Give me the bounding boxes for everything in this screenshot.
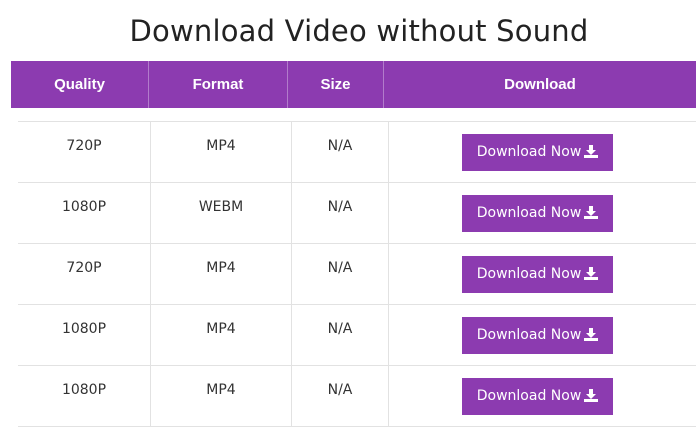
download-now-button[interactable]: Download Now [462, 194, 613, 232]
header-format: Format [149, 61, 288, 108]
download-icon [584, 327, 599, 341]
table-row: 1080P WEBM N/A Download Now [18, 183, 696, 244]
table-row: 1080P MP4 N/A Download Now [18, 366, 696, 427]
format-cell: MP4 [151, 366, 292, 426]
format-cell: MP4 [151, 244, 292, 304]
download-icon [584, 205, 599, 219]
table-header: Quality Format Size Download [11, 61, 696, 108]
download-button-label: Download Now [476, 205, 582, 221]
download-cell: Download Now [389, 366, 696, 426]
table-row: 720P MP4 N/A Download Now [18, 244, 696, 305]
quality-cell: 1080P [18, 183, 151, 243]
download-icon [584, 388, 599, 402]
header-download: Download [504, 76, 576, 93]
download-button-label: Download Now [476, 327, 582, 343]
quality-cell: 1080P [18, 305, 151, 365]
size-cell: N/A [292, 183, 389, 243]
download-now-button[interactable]: Download Now [462, 133, 613, 171]
format-cell: WEBM [151, 183, 292, 243]
quality-cell: 720P [18, 244, 151, 304]
download-now-button[interactable]: Download Now [462, 316, 613, 354]
download-now-button[interactable]: Download Now [462, 255, 613, 293]
format-cell: MP4 [151, 305, 292, 365]
quality-cell: 1080P [18, 366, 151, 426]
size-cell: N/A [292, 122, 389, 182]
download-cell: Download Now [389, 244, 696, 304]
page-title: Download Video without Sound [129, 14, 589, 48]
format-cell: MP4 [151, 122, 292, 182]
download-button-label: Download Now [476, 388, 582, 404]
download-cell: Download Now [389, 183, 696, 243]
quality-cell: 720P [18, 122, 151, 182]
header-quality: Quality [11, 61, 149, 108]
table-row: 1080P MP4 N/A Download Now [18, 305, 696, 366]
size-cell: N/A [292, 366, 389, 426]
table-body: 720P MP4 N/A Download Now 1080P WEBM N/A… [18, 121, 696, 427]
size-cell: N/A [292, 244, 389, 304]
download-cell: Download Now [389, 122, 696, 182]
download-icon [584, 144, 599, 158]
header-size: Size [288, 61, 384, 108]
download-icon [584, 266, 599, 280]
download-cell: Download Now [389, 305, 696, 365]
download-now-button[interactable]: Download Now [462, 377, 613, 415]
download-button-label: Download Now [476, 266, 582, 282]
download-button-label: Download Now [476, 144, 582, 160]
table-row: 720P MP4 N/A Download Now [18, 122, 696, 183]
size-cell: N/A [292, 305, 389, 365]
